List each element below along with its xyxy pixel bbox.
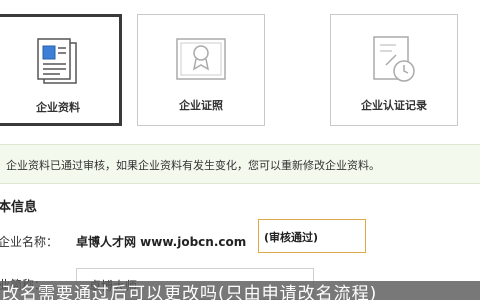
- company-name-value: 卓博人才网 www.jobcn.com: [76, 235, 247, 249]
- notice-text: 企业资料已通过审核，如果企业资料有发生变化，您可以重新修改企业资料。: [6, 159, 380, 172]
- notice-banner: 企业资料已通过审核，如果企业资料有发生变化，您可以重新修改企业资料。: [0, 144, 480, 184]
- tile-label: 企业认证记录: [361, 99, 427, 112]
- tile-company-profile[interactable]: 企业资料: [0, 14, 122, 126]
- tile-company-license[interactable]: 企业证照: [137, 14, 265, 126]
- license-icon: [173, 35, 229, 85]
- document-icon: [30, 37, 86, 87]
- certificate-icon: [366, 35, 422, 85]
- tile-label: 企业证照: [179, 99, 223, 112]
- status-badge: (审核通过): [258, 219, 366, 253]
- caption-text: 改名需要通过后可以更改吗(只由申请改名流程): [2, 284, 378, 300]
- tile-label: 企业资料: [36, 101, 80, 114]
- tile-certification-record[interactable]: 企业认证记录: [330, 14, 458, 126]
- company-name-label: 企业名称：: [0, 235, 59, 249]
- caption-overlay: 改名需要通过后可以更改吗(只由申请改名流程): [0, 281, 480, 300]
- section-title: 本信息: [0, 200, 38, 215]
- status-text: (审核通过): [264, 231, 319, 244]
